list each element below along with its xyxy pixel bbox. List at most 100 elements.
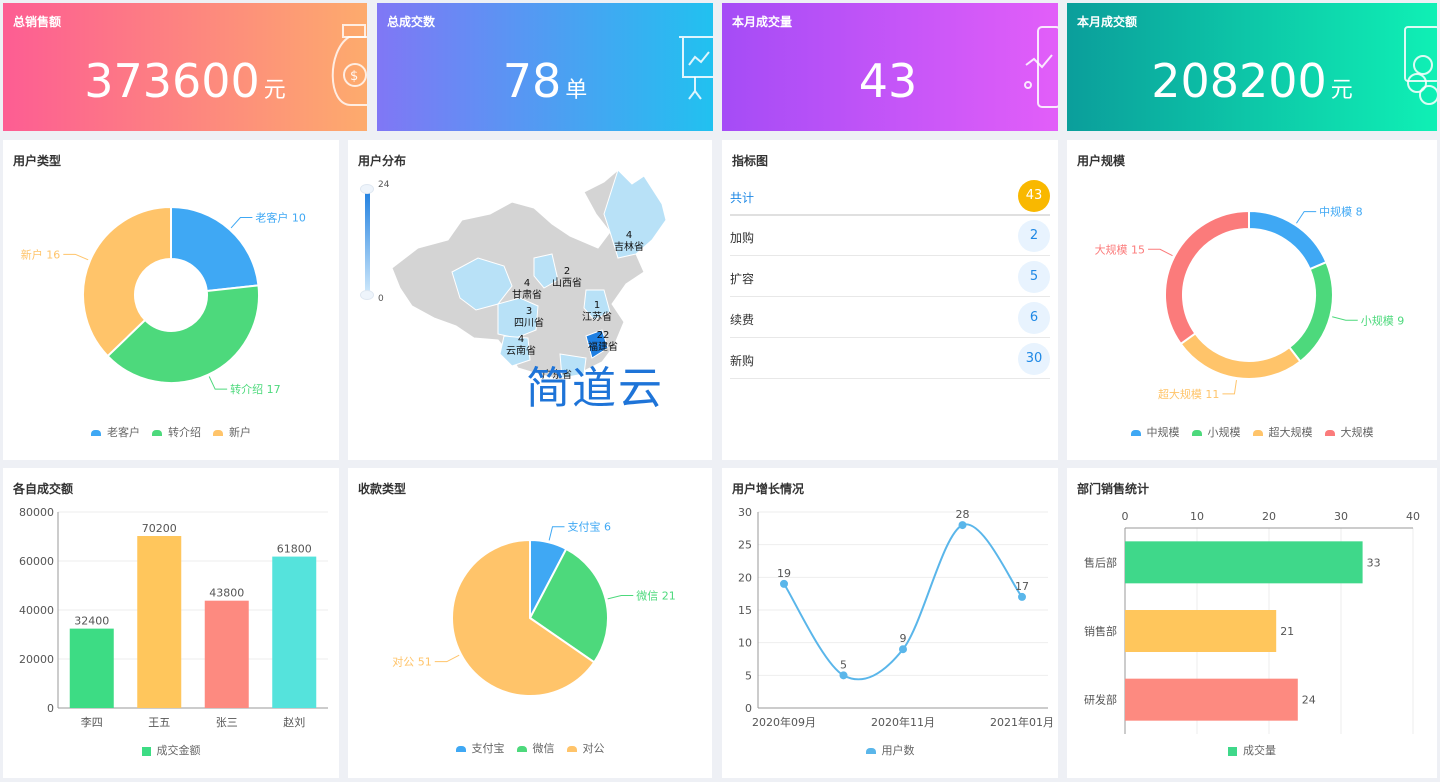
pie-data-label: 对公 51 [392,655,432,669]
bar[interactable] [204,600,249,708]
stat-card-total-sales: 总销售额 373600 元 $ [3,3,367,131]
point-value-label: 17 [1015,580,1029,593]
y-tick-label: 25 [738,539,752,552]
legend-marker [213,430,223,436]
map-label-jilin: 4 吉林省 [614,230,644,253]
bar[interactable] [1125,541,1363,584]
legend-item[interactable]: 对公 [566,740,605,756]
y-tick-label: 20 [738,571,752,584]
pie-slice[interactable] [1179,332,1302,380]
map-label-shanxi: 2 山西省 [552,266,582,289]
data-point[interactable] [1018,592,1026,601]
indicator-row-add-purchase[interactable]: 加购 2 [730,216,1050,256]
pie-label-line [1296,211,1317,224]
legend-marker [1228,746,1237,756]
payment-type-panel: 收款类型 支付宝 6 微信 21 对公 51 支付宝 微信 对公 [348,468,712,778]
pie-label-line [607,595,634,600]
data-point[interactable] [780,579,788,588]
data-point[interactable] [899,645,907,654]
legend-item[interactable]: 用户数 [865,742,915,758]
bar[interactable] [1125,610,1277,652]
legend-marker [152,430,162,436]
indicator-badge: 6 [1018,302,1050,334]
pie-label-line [548,526,565,541]
stat-title: 总成交数 [387,15,436,29]
mobile-chart-icon [1024,26,1058,108]
legend-label: 小规模 [1207,426,1241,439]
y-tick-label: 0 [47,702,54,715]
pie-data-label: 微信 21 [636,589,676,603]
pie-label-line [1332,316,1358,321]
chart-legend: 老客户 转介绍 新户 [3,424,339,440]
legend-item[interactable]: 成交量 [1228,742,1276,758]
x-tick-label: 张三 [216,716,238,729]
indicator-row-new-purchase[interactable]: 新购 30 [730,339,1050,379]
pie-data-label: 老客户 10 [255,211,306,225]
stat-card-monthly-amount: 本月成交额 208200 元 [1067,3,1437,131]
pie-label-line [208,376,228,390]
map-label-fujian: 22 福建省 [588,330,618,353]
chart-legend: 成交量 [1067,742,1437,758]
legend-label: 大规模 [1340,426,1374,439]
pie-slice[interactable] [1164,209,1250,346]
legend-marker [1130,430,1141,436]
data-point[interactable] [839,671,848,680]
legend-label: 成交量 [1243,744,1276,757]
x-tick-label: 王五 [148,716,170,729]
indicator-badge: 43 [1018,180,1050,212]
legend-label: 超大规模 [1268,426,1313,439]
data-point[interactable] [958,521,967,530]
legend-item[interactable]: 成交金额 [141,742,201,758]
legend-label: 老客户 [107,426,140,439]
legend-item[interactable]: 小规模 [1191,424,1241,440]
map-label-sichuan: 3 四川省 [514,306,544,329]
indicator-row-total[interactable]: 共计 43 [730,176,1050,216]
legend-item[interactable]: 老客户 [91,424,140,440]
each-amount-bar-chart: 0 20000 40000 60000 80000 32400 李四 70200 王五 43800… [19,506,328,729]
stat-title: 总销售额 [13,15,62,29]
legend-item[interactable]: 微信 [516,740,555,756]
legend-item[interactable]: 大规模 [1324,424,1374,440]
y-tick-label: 30 [738,506,752,519]
pie-slice[interactable] [1248,209,1328,271]
indicator-badge: 2 [1018,220,1050,252]
legend-marker [1252,430,1263,436]
pie-slice[interactable] [170,205,260,293]
bar[interactable] [1125,678,1298,721]
bar[interactable] [272,556,317,708]
legend-label: 支付宝 [471,742,505,755]
x-tick-label: 李四 [81,715,103,729]
legend-marker [91,430,101,436]
user-type-donut-chart: 老客户 10 转介绍 17 新户 16 [21,205,306,396]
x-tick-label: 30 [1334,510,1348,523]
stat-value: 373600 元 [84,54,286,108]
legend-item[interactable]: 超大规模 [1252,424,1313,440]
legend-item[interactable]: 中规模 [1130,424,1180,440]
legend-item[interactable]: 转介绍 [152,424,201,440]
x-tick-label: 0 [1122,510,1129,523]
bar[interactable] [69,628,114,708]
chart-legend: 成交金额 [3,742,339,758]
user-type-panel: 用户类型 老客户 10 转介绍 17 新户 16 老客户 转介绍 新户 [3,140,339,460]
indicator-row-expand[interactable]: 扩容 5 [730,257,1050,297]
dept-sales-panel: 部门销售统计 0 10 20 30 40 33 售后部 21 销售部 24 研发部 成交量 [1067,468,1437,778]
brand-watermark: 简道云 [526,363,664,414]
legend-item[interactable]: 新户 [213,424,251,440]
y-tick-label: 40000 [19,604,54,617]
bar[interactable] [137,536,182,708]
pie-label-line [63,253,89,261]
y-tick-label: 20000 [19,653,54,666]
x-tick-label: 40 [1406,510,1420,523]
map-label-gansu: 4 甘肃省 [512,278,542,301]
money-bag-icon: $ [331,24,367,106]
pie-label-line [434,654,460,663]
bar-value-label: 43800 [209,587,244,600]
pie-slice[interactable] [1287,260,1334,363]
indicator-row-renew[interactable]: 续费 6 [730,298,1050,338]
point-value-label: 19 [777,567,791,580]
legend-item[interactable]: 支付宝 [455,740,505,756]
x-tick-label: 2020年11月 [871,715,935,729]
bar-value-label: 70200 [142,522,177,535]
stat-card-total-deals: 总成交数 78 单 [377,3,713,131]
coins-icon [1404,26,1437,105]
